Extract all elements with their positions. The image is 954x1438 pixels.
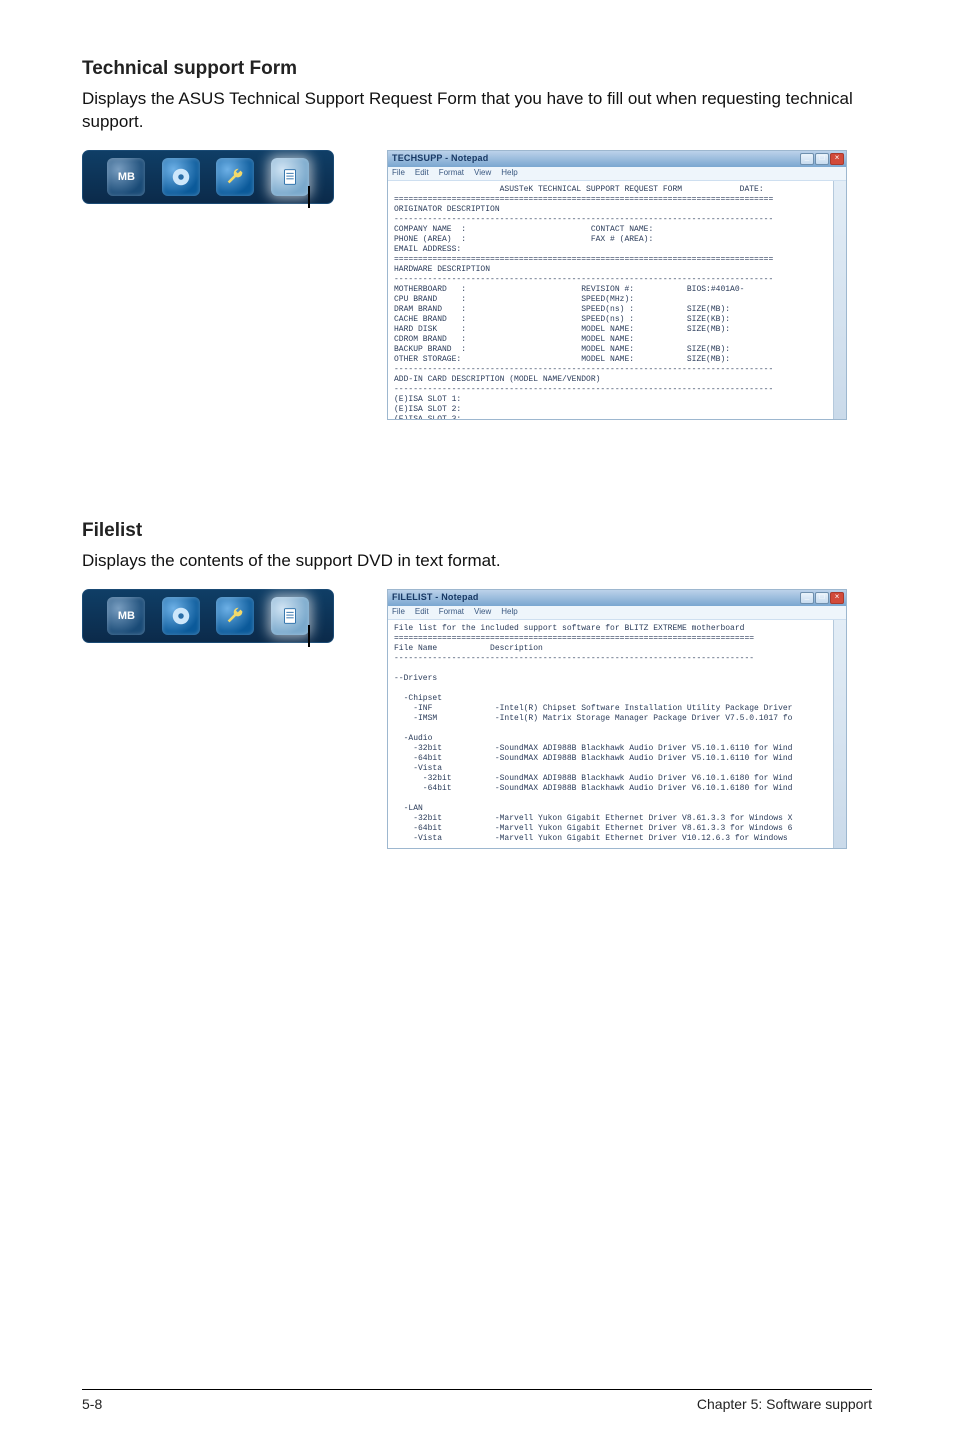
notepad-titlebar: TECHSUPP - Notepad _ □ × [388, 151, 846, 167]
menu-help[interactable]: Help [501, 168, 517, 178]
menu-format-2[interactable]: Format [439, 607, 464, 617]
section-body-filelist: Displays the contents of the support DVD… [82, 550, 872, 573]
notepad-content-tech[interactable]: ASUSTeK TECHNICAL SUPPORT REQUEST FORM D… [388, 181, 846, 419]
notepad-title-2: FILELIST - Notepad [392, 592, 479, 603]
notepad-menu-2: File Edit Format View Help [388, 606, 846, 620]
wrench-icon [224, 166, 246, 188]
section-body-tech: Displays the ASUS Technical Support Requ… [82, 88, 872, 134]
launcher-disc-icon-2[interactable] [162, 597, 200, 635]
menu-edit-2[interactable]: Edit [415, 607, 429, 617]
launcher-thumbnail: MB [82, 150, 334, 230]
notepad-titlebar-2: FILELIST - Notepad _ □ × [388, 590, 846, 606]
section-heading-filelist: Filelist [82, 520, 872, 542]
menu-help-2[interactable]: Help [501, 607, 517, 617]
section-row-filelist: MB FILELIST - Notepad [82, 589, 872, 849]
launcher-bar-2: MB [82, 589, 334, 643]
close-button-2[interactable]: × [830, 592, 844, 604]
window-controls-2: _ □ × [800, 592, 844, 604]
maximize-button[interactable]: □ [815, 153, 829, 165]
disc-icon [170, 605, 192, 627]
page-number: 5-8 [82, 1396, 102, 1412]
launcher-bar: MB [82, 150, 334, 204]
leader-line-2 [116, 641, 326, 681]
menu-edit[interactable]: Edit [415, 168, 429, 178]
section-row-tech: MB TECHSUPP - Notepad [82, 150, 872, 420]
menu-format[interactable]: Format [439, 168, 464, 178]
launcher-thumbnail-2: MB [82, 589, 334, 669]
disc-icon [170, 166, 192, 188]
launcher-doc-icon[interactable] [271, 158, 309, 196]
section-tech-support: Technical support Form Displays the ASUS… [82, 58, 872, 420]
notepad-title: TECHSUPP - Notepad [392, 153, 488, 164]
page-footer: 5-8 Chapter 5: Software support [82, 1389, 872, 1412]
window-controls: _ □ × [800, 153, 844, 165]
minimize-button-2[interactable]: _ [800, 592, 814, 604]
menu-file-2[interactable]: File [392, 607, 405, 617]
section-heading-tech: Technical support Form [82, 58, 872, 80]
notepad-window-tech: TECHSUPP - Notepad _ □ × File Edit Forma… [387, 150, 847, 420]
minimize-button[interactable]: _ [800, 153, 814, 165]
document-icon [279, 166, 301, 188]
notepad-content-filelist[interactable]: File list for the included support softw… [388, 620, 846, 848]
launcher-disc-icon[interactable] [162, 158, 200, 196]
notepad-menu: File Edit Format View Help [388, 167, 846, 181]
menu-view-2[interactable]: View [474, 607, 491, 617]
section-filelist: Filelist Displays the contents of the su… [82, 520, 872, 849]
leader-line [116, 202, 326, 242]
launcher-tool-icon[interactable] [216, 158, 254, 196]
launcher-doc-icon-2[interactable] [271, 597, 309, 635]
document-icon [279, 605, 301, 627]
menu-file[interactable]: File [392, 168, 405, 178]
launcher-tool-icon-2[interactable] [216, 597, 254, 635]
notepad-window-filelist: FILELIST - Notepad _ □ × File Edit Forma… [387, 589, 847, 849]
close-button[interactable]: × [830, 153, 844, 165]
menu-view[interactable]: View [474, 168, 491, 178]
doc-page: Technical support Form Displays the ASUS… [0, 0, 954, 1438]
launcher-mb-button-2[interactable]: MB [107, 597, 145, 635]
launcher-mb-button[interactable]: MB [107, 158, 145, 196]
wrench-icon [224, 605, 246, 627]
chapter-label: Chapter 5: Software support [697, 1396, 872, 1412]
maximize-button-2[interactable]: □ [815, 592, 829, 604]
